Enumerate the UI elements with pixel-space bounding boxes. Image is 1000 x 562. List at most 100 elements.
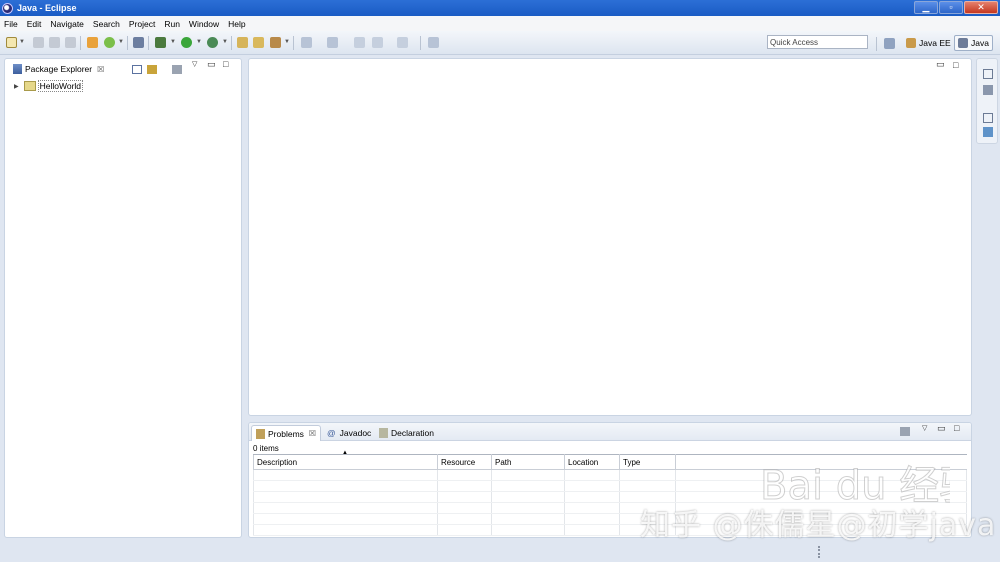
- build-icon[interactable]: [87, 37, 98, 48]
- tab-problems[interactable]: Problems ☒: [251, 425, 322, 441]
- task-list-icon[interactable]: [983, 85, 993, 95]
- restore-icon[interactable]: [983, 69, 993, 79]
- perspective-java[interactable]: Java: [954, 35, 993, 51]
- minimize-button[interactable]: ▁: [914, 1, 938, 14]
- toggle-mark-icon[interactable]: [301, 37, 312, 48]
- close-tab-icon[interactable]: ☒: [309, 429, 316, 438]
- menu-run[interactable]: Run: [164, 19, 180, 29]
- new-java-package-icon[interactable]: [237, 37, 248, 48]
- toolbar-separator: [293, 36, 294, 50]
- next-annotation-icon[interactable]: [327, 37, 338, 48]
- minimize-view-icon[interactable]: ▭: [207, 59, 216, 70]
- column-type[interactable]: Type: [619, 454, 676, 470]
- pen-icon[interactable]: [270, 37, 281, 48]
- tree-item-helloworld[interactable]: ▶ HelloWorld: [14, 80, 84, 92]
- perspective-label: Java EE: [919, 38, 951, 48]
- external-tools-icon[interactable]: [207, 37, 218, 48]
- column-description[interactable]: Description ▲: [253, 450, 438, 470]
- at-sign-icon: @: [327, 428, 336, 438]
- pen-dropdown-icon[interactable]: ▼: [284, 39, 290, 45]
- problems-icon: [256, 428, 265, 439]
- tab-label: Problems: [268, 428, 304, 439]
- menu-help[interactable]: Help: [228, 19, 245, 29]
- menu-edit[interactable]: Edit: [27, 19, 42, 29]
- maximize-view-icon[interactable]: □: [954, 423, 959, 433]
- toolbar-separator: [231, 36, 232, 50]
- sort-ascending-icon: ▲: [342, 450, 348, 456]
- toolbar-separator: [148, 36, 149, 50]
- tab-label: Declaration: [391, 428, 434, 438]
- debug-icon[interactable]: [155, 37, 166, 48]
- eclipse-logo-icon: [2, 2, 13, 14]
- save-icon[interactable]: [33, 37, 44, 48]
- minimize-view-icon[interactable]: ▭: [937, 423, 946, 434]
- status-bar-handle[interactable]: [818, 546, 820, 558]
- external-tools-dropdown-icon[interactable]: ▼: [222, 39, 228, 45]
- print-icon[interactable]: [65, 37, 76, 48]
- link-with-editor-icon[interactable]: [147, 65, 157, 74]
- column-label: Description: [257, 457, 298, 467]
- view-menu-icon[interactable]: ▽: [922, 424, 927, 432]
- collapse-all-icon[interactable]: [132, 65, 142, 74]
- menu-file[interactable]: File: [4, 19, 18, 29]
- outline-icon[interactable]: [983, 127, 993, 137]
- column-location[interactable]: Location: [564, 454, 620, 470]
- new-icon[interactable]: [6, 37, 17, 48]
- close-tab-icon[interactable]: ☒: [97, 65, 104, 74]
- save-all-icon[interactable]: [49, 37, 60, 48]
- tab-label: Package Explorer: [25, 64, 93, 74]
- maximize-button[interactable]: ▫: [939, 1, 963, 14]
- column-resource[interactable]: Resource: [437, 454, 492, 470]
- close-button[interactable]: ✕: [964, 1, 998, 14]
- new-dropdown-icon[interactable]: ▼: [19, 39, 25, 45]
- run-dropdown-icon[interactable]: ▼: [196, 39, 202, 45]
- toolbar-separator: [80, 36, 81, 50]
- column-label: Path: [495, 457, 512, 467]
- package-explorer-icon: [13, 64, 22, 74]
- forward-icon[interactable]: [397, 37, 408, 48]
- open-perspective-icon[interactable]: [884, 38, 895, 49]
- focus-on-task-icon[interactable]: [172, 65, 182, 74]
- tree-item-label: HelloWorld: [37, 80, 84, 92]
- quick-access-input[interactable]: [767, 35, 868, 49]
- title-bar: Java - Eclipse ▁ ▫ ✕: [0, 0, 1000, 16]
- window-title: Java - Eclipse: [17, 3, 77, 13]
- toolbar-separator: [127, 36, 128, 50]
- menu-window[interactable]: Window: [189, 19, 219, 29]
- back-history-icon[interactable]: [372, 37, 383, 48]
- package-explorer-header: Package Explorer ☒ ▽ ▭ □: [5, 59, 241, 79]
- toolbar-separator: [876, 37, 877, 51]
- column-path[interactable]: Path: [491, 454, 565, 470]
- restore-icon[interactable]: [983, 113, 993, 123]
- menu-navigate[interactable]: Navigate: [50, 19, 84, 29]
- open-folder-icon[interactable]: [253, 37, 264, 48]
- menu-search[interactable]: Search: [93, 19, 120, 29]
- menu-project[interactable]: Project: [129, 19, 155, 29]
- skip-breakpoints-icon[interactable]: [133, 37, 144, 48]
- declaration-icon: [379, 428, 388, 438]
- filters-icon[interactable]: [900, 427, 910, 436]
- view-menu-icon[interactable]: ▽: [192, 60, 197, 68]
- java-project-icon: [23, 81, 36, 91]
- window-controls: ▁ ▫ ✕: [914, 1, 998, 14]
- tab-declaration[interactable]: Declaration: [375, 425, 438, 441]
- java-ee-perspective-icon: [906, 38, 916, 48]
- run-icon[interactable]: [181, 37, 192, 48]
- back-icon[interactable]: [354, 37, 365, 48]
- column-label: Location: [568, 457, 599, 467]
- menu-bar: File Edit Navigate Search Project Run Wi…: [0, 16, 1000, 31]
- minimize-editor-icon[interactable]: ▭: [936, 59, 945, 70]
- pin-editor-icon[interactable]: [428, 37, 439, 48]
- refresh-dropdown-icon[interactable]: ▼: [118, 39, 124, 45]
- expand-arrow-icon[interactable]: ▶: [14, 83, 19, 90]
- tab-javadoc[interactable]: @ Javadoc: [323, 425, 375, 441]
- perspective-java-ee[interactable]: Java EE: [903, 35, 954, 51]
- maximize-editor-icon[interactable]: □: [953, 60, 958, 70]
- right-trim-stack: [976, 58, 998, 144]
- maximize-view-icon[interactable]: □: [223, 59, 228, 69]
- tab-package-explorer[interactable]: Package Explorer ☒: [13, 64, 104, 74]
- refresh-icon[interactable]: [104, 37, 115, 48]
- debug-dropdown-icon[interactable]: ▼: [170, 39, 176, 45]
- editor-area[interactable]: ▭ □: [248, 58, 972, 416]
- java-perspective-icon: [958, 38, 968, 48]
